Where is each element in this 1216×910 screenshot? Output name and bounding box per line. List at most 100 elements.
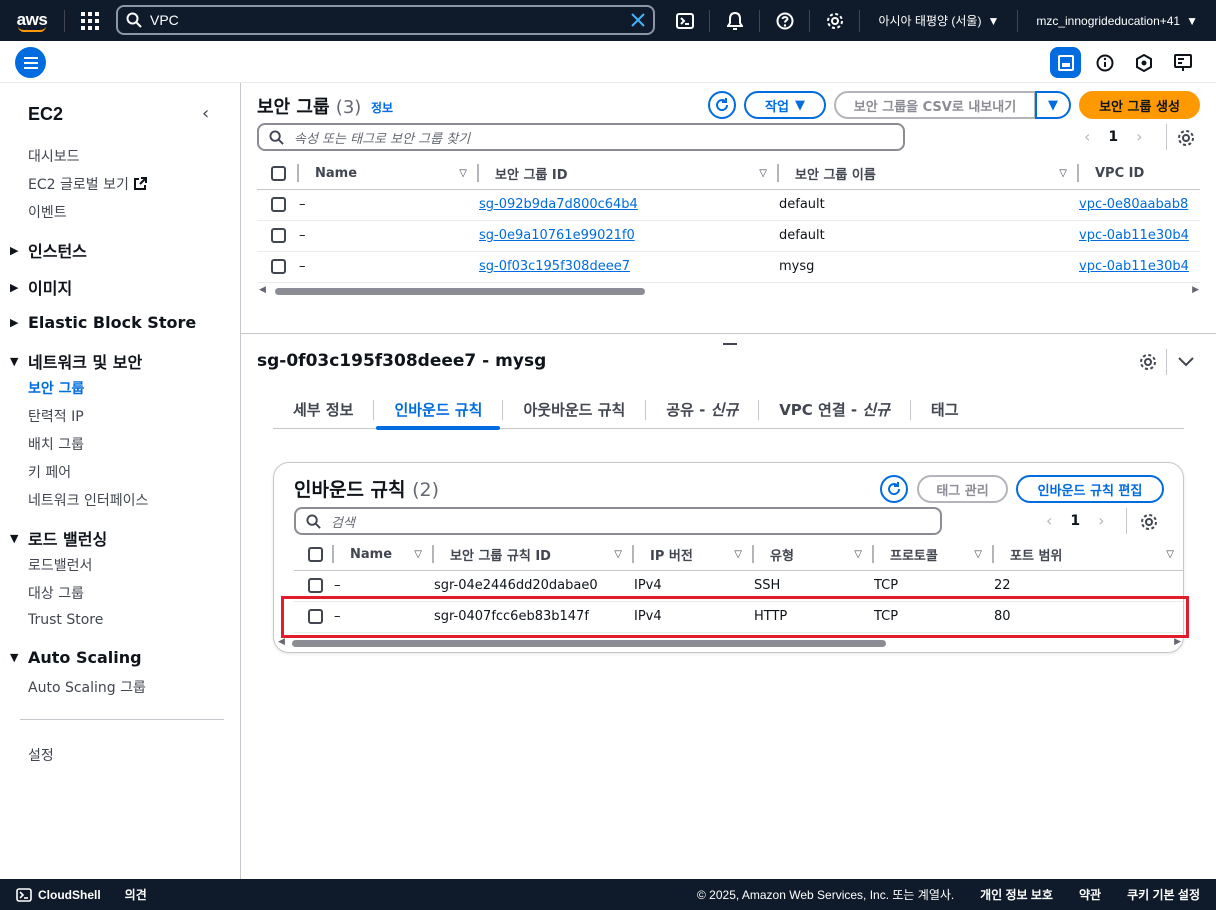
tab-inbound-rules[interactable]: 인바운드 규칙: [374, 391, 502, 430]
column-header-group-name[interactable]: 보안 그룹 이름 ▽: [779, 158, 1079, 190]
help-button[interactable]: [760, 0, 809, 41]
export-dropdown-button[interactable]: ▼: [1035, 91, 1071, 119]
row-checkbox[interactable]: [271, 228, 286, 243]
feedback-link[interactable]: 의견: [125, 886, 147, 903]
create-security-group-button[interactable]: 보안 그룹 생성: [1079, 91, 1200, 119]
region-selector[interactable]: 아시아 태평양 (서울) ▼: [860, 0, 1017, 41]
notifications-button[interactable]: [710, 0, 759, 41]
side-navigation-toggle[interactable]: [15, 47, 46, 78]
current-page[interactable]: 1: [1070, 513, 1080, 529]
tab-details[interactable]: 세부 정보: [273, 391, 373, 429]
sidebar-item-events[interactable]: 이벤트: [28, 202, 67, 222]
tutorial-panel-button[interactable]: [1167, 47, 1198, 78]
row-checkbox[interactable]: [308, 578, 323, 593]
column-header-group-id[interactable]: 보안 그룹 ID ▽: [479, 158, 779, 190]
cloudshell-button[interactable]: [660, 0, 709, 41]
split-panel-resize-handle[interactable]: [723, 343, 737, 345]
current-page[interactable]: 1: [1108, 129, 1118, 145]
actions-button[interactable]: 작업 ▼: [744, 91, 826, 119]
services-menu-button[interactable]: [65, 0, 115, 41]
sort-icon[interactable]: ▽: [459, 168, 467, 179]
sidebar-item-trust-store[interactable]: Trust Store: [28, 612, 103, 628]
vpc-id-link[interactable]: vpc-0ab11e30b4: [1079, 259, 1189, 274]
sidebar-item-auto-scaling-groups[interactable]: Auto Scaling 그룹: [28, 677, 146, 697]
tab-sharing[interactable]: 공유 - 신규: [646, 391, 758, 429]
sidebar-item-global-view[interactable]: EC2 글로벌 보기: [28, 174, 147, 194]
column-header-vpc-id[interactable]: VPC ID: [1079, 158, 1200, 190]
sidebar-item-target-groups[interactable]: 대상 그룹: [28, 583, 84, 603]
export-csv-button[interactable]: 보안 그룹을 CSV로 내보내기: [834, 91, 1036, 119]
scrollbar-thumb[interactable]: [275, 288, 645, 295]
row-checkbox[interactable]: [271, 197, 286, 212]
sidebar-item-settings[interactable]: 설정: [28, 745, 54, 765]
clear-search-icon[interactable]: [631, 13, 645, 27]
tab-vpc-associations[interactable]: VPC 연결 - 신규: [759, 391, 910, 429]
sidebar-item-security-groups[interactable]: 보안 그룹: [28, 378, 84, 398]
select-all-checkbox[interactable]: [308, 546, 323, 562]
manage-tags-button[interactable]: 태그 관리: [917, 475, 1008, 503]
sidebar-section-load-balancing[interactable]: ▼ 로드 밸런싱: [10, 526, 107, 550]
column-header-port-range[interactable]: 포트 범위 ▽: [994, 539, 1183, 571]
previous-page-icon[interactable]: ‹: [1084, 127, 1090, 146]
sort-icon[interactable]: ▽: [1059, 168, 1067, 179]
column-header-type[interactable]: 유형 ▽: [754, 539, 874, 571]
sidebar-item-elastic-ip[interactable]: 탄력적 IP: [28, 406, 84, 426]
info-link[interactable]: 정보: [371, 99, 393, 116]
scroll-left-icon[interactable]: ◀: [278, 637, 285, 647]
sidebar-section-network[interactable]: ▼ 네트워크 및 보안: [10, 349, 142, 373]
edit-inbound-rules-button[interactable]: 인바운드 규칙 편집: [1016, 475, 1164, 503]
cookie-preferences-link[interactable]: 쿠키 기본 설정: [1127, 886, 1200, 903]
security-group-search-input[interactable]: 속성 또는 태그로 보안 그룹 찾기: [257, 123, 905, 151]
previous-page-icon[interactable]: ‹: [1046, 511, 1052, 530]
table-preferences-button[interactable]: [1177, 129, 1195, 151]
sidebar-item-key-pairs[interactable]: 키 페어: [28, 462, 71, 482]
table-row[interactable]: – sg-0e9a10761e99021f0 default vpc-0ab11…: [257, 220, 1200, 252]
cloudshell-footer-button[interactable]: CloudShell: [16, 888, 101, 902]
security-group-id-link[interactable]: sg-0e9a10761e99021f0: [479, 228, 635, 243]
info-panel-button[interactable]: [1089, 47, 1120, 78]
sort-icon[interactable]: ▽: [414, 549, 422, 560]
table-row[interactable]: – sg-0f03c195f308deee7 mysg vpc-0ab11e30…: [257, 251, 1200, 283]
split-panel-button[interactable]: [1050, 47, 1081, 78]
scroll-right-icon[interactable]: ▶: [1174, 637, 1181, 647]
sort-icon[interactable]: ▽: [1166, 549, 1174, 560]
table-row[interactable]: – sg-092b9da7d800c64b4 default vpc-0e80a…: [257, 189, 1200, 221]
select-all-checkbox[interactable]: [271, 165, 286, 181]
vpc-id-link[interactable]: vpc-0e80aabab8: [1079, 197, 1188, 212]
sort-icon[interactable]: ▽: [614, 549, 622, 560]
security-group-id-link[interactable]: sg-0f03c195f308deee7: [479, 259, 630, 274]
next-page-icon[interactable]: ›: [1098, 511, 1104, 530]
column-header-name[interactable]: Name ▽: [299, 158, 479, 190]
sidebar-section-images[interactable]: ▶ 이미지: [10, 275, 72, 299]
sidebar-section-instances[interactable]: ▶ 인스턴스: [10, 238, 87, 262]
refresh-button[interactable]: [708, 91, 736, 119]
column-header-ip-version[interactable]: IP 버전 ▽: [634, 539, 754, 571]
resources-panel-button[interactable]: [1128, 47, 1159, 78]
sidebar-title[interactable]: EC2: [28, 104, 63, 125]
scroll-left-icon[interactable]: ◀: [259, 285, 266, 295]
sidebar-item-placement-groups[interactable]: 배치 그룹: [28, 434, 84, 454]
sidebar-item-dashboard[interactable]: 대시보드: [28, 146, 80, 166]
next-page-icon[interactable]: ›: [1136, 127, 1142, 146]
aws-logo[interactable]: aws: [0, 0, 64, 41]
sidebar-item-network-interfaces[interactable]: 네트워크 인터페이스: [28, 490, 148, 510]
terms-link[interactable]: 약관: [1079, 886, 1101, 903]
sidebar-section-ebs[interactable]: ▶ Elastic Block Store: [10, 313, 196, 332]
split-panel-preferences-button[interactable]: [1139, 353, 1157, 375]
horizontal-scrollbar[interactable]: ◀ ▶: [259, 285, 1199, 296]
tab-tags[interactable]: 태그: [911, 391, 979, 429]
column-header-protocol[interactable]: 프로토콜 ▽: [874, 539, 994, 571]
settings-button[interactable]: [810, 0, 859, 41]
security-group-id-link[interactable]: sg-092b9da7d800c64b4: [479, 197, 638, 212]
column-header-name[interactable]: Name ▽: [334, 539, 434, 571]
global-search-input[interactable]: VPC: [116, 5, 655, 35]
sort-icon[interactable]: ▽: [759, 168, 767, 179]
sort-icon[interactable]: ▽: [734, 549, 742, 560]
sort-icon[interactable]: ▽: [854, 549, 862, 560]
account-menu[interactable]: mzc_innogrideducation+41 ▼: [1018, 0, 1216, 41]
row-checkbox[interactable]: [271, 259, 286, 274]
column-header-rule-id[interactable]: 보안 그룹 규칙 ID ▽: [434, 539, 634, 571]
privacy-link[interactable]: 개인 정보 보호: [980, 886, 1053, 903]
inbound-preferences-button[interactable]: [1140, 513, 1158, 535]
inbound-refresh-button[interactable]: [880, 475, 908, 503]
